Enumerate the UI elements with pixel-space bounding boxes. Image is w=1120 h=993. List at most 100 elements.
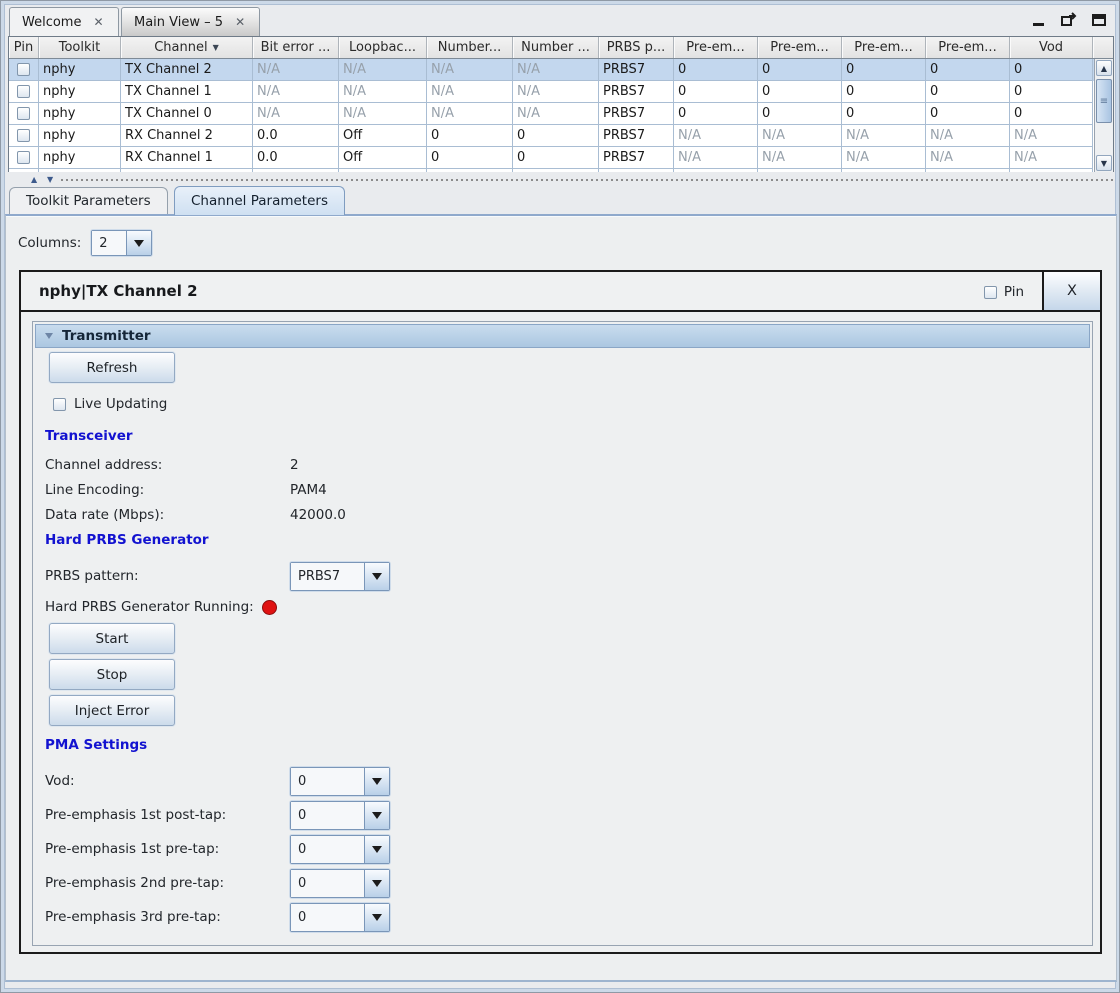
- scroll-down-icon[interactable]: ▼: [1096, 155, 1112, 171]
- tab-channel-parameters[interactable]: Channel Parameters: [174, 186, 345, 215]
- column-header[interactable]: Pre-em...: [842, 37, 926, 58]
- dropdown-arrow-icon[interactable]: [126, 231, 151, 255]
- refresh-button[interactable]: Refresh: [49, 352, 175, 383]
- table-row[interactable]: [9, 169, 1113, 172]
- column-header[interactable]: Pin: [9, 37, 39, 58]
- tab-main-view[interactable]: Main View – 5 ✕: [121, 7, 260, 36]
- table-cell: N/A: [674, 125, 758, 147]
- table-cell: PRBS7: [599, 59, 674, 81]
- dropdown-arrow-icon[interactable]: [364, 870, 389, 897]
- table-cell: [758, 169, 842, 172]
- close-icon[interactable]: ✕: [233, 15, 247, 29]
- column-header[interactable]: Bit error ...: [253, 37, 339, 58]
- tab-toolkit-parameters[interactable]: Toolkit Parameters: [9, 187, 168, 214]
- table-cell: nphy: [39, 125, 121, 147]
- dropdown-arrow-icon[interactable]: [364, 904, 389, 931]
- table-cell: [1010, 169, 1093, 172]
- tab-welcome[interactable]: Welcome ✕: [9, 7, 119, 36]
- columns-select[interactable]: 2: [91, 230, 152, 256]
- column-header[interactable]: PRBS p...: [599, 37, 674, 58]
- splitter-collapse-up-icon[interactable]: ▲: [31, 175, 37, 184]
- column-header[interactable]: Channel▼: [121, 37, 253, 58]
- column-header[interactable]: Vod: [1010, 37, 1093, 58]
- column-header-label: PRBS p...: [607, 40, 666, 55]
- live-updating-label: Live Updating: [74, 396, 167, 412]
- vertical-scrollbar[interactable]: ▲ ≡ ▼: [1094, 59, 1113, 172]
- dropdown-arrow-icon[interactable]: [364, 802, 389, 829]
- pin-control[interactable]: Pin: [984, 272, 1024, 312]
- prbs-pattern-select[interactable]: PRBS7: [290, 562, 390, 591]
- table-cell: 0: [926, 103, 1010, 125]
- pin-checkbox[interactable]: [17, 85, 30, 98]
- table-cell: nphy: [39, 147, 121, 169]
- table-cell: 0: [513, 147, 599, 169]
- column-header[interactable]: Pre-em...: [674, 37, 758, 58]
- dropdown-arrow-icon[interactable]: [364, 768, 389, 795]
- column-header[interactable]: Number...: [427, 37, 513, 58]
- pin-checkbox[interactable]: [17, 129, 30, 142]
- param-row: Pre-emphasis 3rd pre-tap: 0: [45, 903, 465, 932]
- pin-checkbox[interactable]: [17, 151, 30, 164]
- param-row: Pre-emphasis 2nd pre-tap: 0: [45, 869, 465, 898]
- param-row: Pre-emphasis 1st post-tap: 0: [45, 801, 465, 830]
- maximize-icon[interactable]: [1091, 11, 1107, 27]
- table-cell: TX Channel 0: [121, 103, 253, 125]
- pre-emphasis-1st-post-tap-select[interactable]: 0: [290, 801, 390, 830]
- live-updating-checkbox[interactable]: [53, 398, 66, 411]
- pin-checkbox[interactable]: [17, 63, 30, 76]
- pre-emphasis-1st-pre-tap-select[interactable]: 0: [290, 835, 390, 864]
- table-cell: 0.0: [253, 125, 339, 147]
- table-cell: N/A: [758, 147, 842, 169]
- field-row: Channel address: 2: [45, 452, 545, 477]
- pin-checkbox[interactable]: [984, 286, 997, 299]
- pre-emphasis-3rd-pre-tap-select[interactable]: 0: [290, 903, 390, 932]
- table-cell: N/A: [339, 81, 427, 103]
- prbs-pattern-row: PRBS pattern: PRBS7: [45, 562, 465, 591]
- column-header[interactable]: Number ...: [513, 37, 599, 58]
- start-button[interactable]: Start: [49, 623, 175, 654]
- table-cell: N/A: [339, 103, 427, 125]
- column-header[interactable]: Pre-em...: [926, 37, 1010, 58]
- table-cell: 0: [1010, 59, 1093, 81]
- running-status-row: Hard PRBS Generator Running:: [45, 599, 277, 615]
- field-label: Data rate (Mbps):: [45, 507, 164, 523]
- split-divider[interactable]: ▲ ▼: [5, 173, 1115, 187]
- dropdown-arrow-icon[interactable]: [364, 836, 389, 863]
- table-row[interactable]: nphyTX Channel 0N/AN/AN/AN/APRBS700000: [9, 103, 1113, 125]
- scroll-up-icon[interactable]: ▲: [1096, 60, 1112, 76]
- close-icon[interactable]: ✕: [91, 15, 105, 29]
- minimize-icon[interactable]: [1031, 11, 1047, 27]
- table-header: PinToolkitChannel▼Bit error ... Loopbac..…: [9, 37, 1113, 59]
- pma-settings-heading: PMA Settings: [45, 737, 147, 753]
- table-row[interactable]: nphyTX Channel 1N/AN/AN/AN/APRBS700000: [9, 81, 1113, 103]
- stop-button[interactable]: Stop: [49, 659, 175, 690]
- column-header[interactable]: Pre-em...: [758, 37, 842, 58]
- hard-prbs-heading: Hard PRBS Generator: [45, 532, 209, 548]
- pre-emphasis-2nd-pre-tap-select[interactable]: 0: [290, 869, 390, 898]
- splitter-collapse-down-icon[interactable]: ▼: [47, 175, 53, 184]
- inject-error-button[interactable]: Inject Error: [49, 695, 175, 726]
- panel-close-button[interactable]: X: [1042, 272, 1100, 310]
- table-cell: N/A: [1010, 125, 1093, 147]
- live-updating-control[interactable]: Live Updating: [53, 396, 167, 412]
- column-header[interactable]: Loopbac...: [339, 37, 427, 58]
- dropdown-arrow-icon[interactable]: [364, 563, 389, 590]
- pin-checkbox[interactable]: [17, 107, 30, 120]
- running-label: Hard PRBS Generator Running:: [45, 599, 254, 615]
- table-row[interactable]: nphyRX Channel 20.0Off00PRBS7N/AN/AN/AN/…: [9, 125, 1113, 147]
- scrollbar-thumb[interactable]: ≡: [1096, 79, 1112, 123]
- table-cell: PRBS7: [599, 147, 674, 169]
- panel-title: nphy|TX Channel 2: [39, 282, 198, 300]
- table-cell: 0: [427, 125, 513, 147]
- table-row[interactable]: nphyRX Channel 10.0Off00PRBS7N/AN/AN/AN/…: [9, 147, 1113, 169]
- table-row[interactable]: nphyTX Channel 2N/AN/AN/AN/APRBS700000: [9, 59, 1113, 81]
- table-cell: TX Channel 2: [121, 59, 253, 81]
- tab-label: Channel Parameters: [191, 193, 328, 209]
- column-header-label: Vod: [1039, 40, 1063, 55]
- column-header[interactable]: Toolkit: [39, 37, 121, 58]
- vod-select[interactable]: 0: [290, 767, 390, 796]
- column-header-label: Loopbac...: [349, 40, 416, 55]
- param-label: Pre-emphasis 3rd pre-tap:: [45, 903, 221, 932]
- transmitter-section-header[interactable]: Transmitter: [35, 324, 1090, 348]
- restore-icon[interactable]: [1061, 11, 1077, 27]
